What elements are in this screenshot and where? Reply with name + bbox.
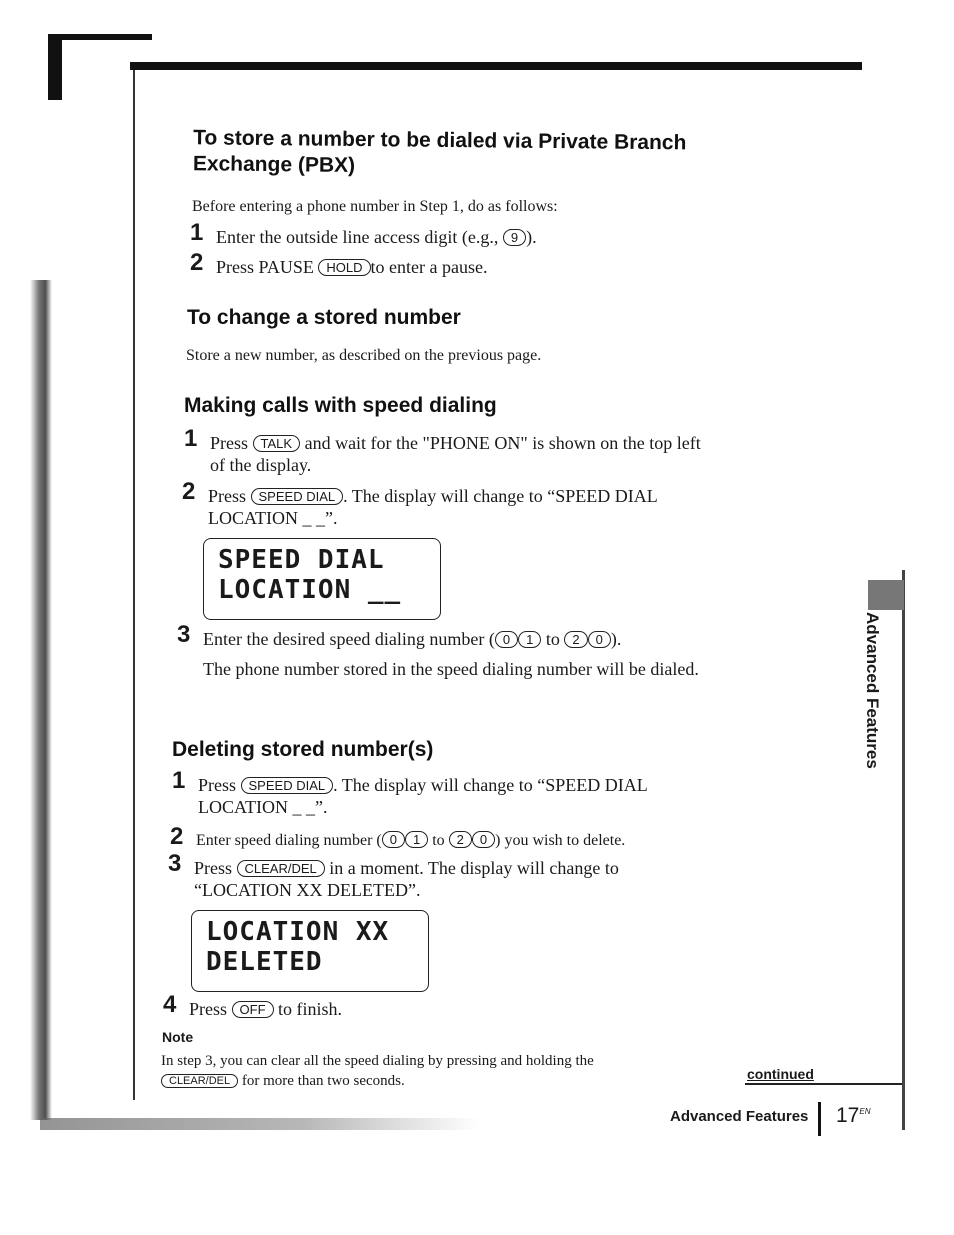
key-9: 9 — [502, 229, 527, 246]
key-clear-del: CLEAR/DEL — [236, 860, 325, 877]
step-text: Enter speed dialing number ( — [196, 832, 382, 849]
step-text: Press PAUSE — [216, 257, 314, 277]
step-text: The phone number stored in the speed dia… — [203, 659, 699, 679]
lcd-location-deleted: LOCATION XX DELETED — [191, 910, 429, 992]
key-0: 0 — [471, 831, 496, 848]
side-tab-label: Advanced Features — [863, 612, 882, 769]
lcd-speed-dial-location: SPEED DIAL LOCATION __ — [203, 538, 441, 620]
lcd-line-2: DELETED — [206, 947, 323, 977]
key-0: 0 — [494, 631, 519, 648]
delete-step-3: 3 Press CLEAR/DEL in a moment. The displ… — [168, 852, 704, 901]
speed-step-1: 1 Press TALK and wait for the "PHONE ON"… — [184, 427, 710, 476]
continued-label: continued — [747, 1066, 814, 1082]
page-suffix: EN — [859, 1107, 871, 1116]
note-text-part: for more than two seconds. — [241, 1073, 405, 1089]
speed-heading: Making calls with speed dialing — [184, 394, 497, 417]
key-0: 0 — [587, 631, 611, 648]
key-0: 0 — [381, 831, 405, 848]
continued-rule — [745, 1083, 905, 1085]
step-text: Press — [189, 999, 228, 1019]
change-heading: To change a stored number — [187, 306, 461, 329]
step-text: ). — [526, 227, 537, 247]
lcd-line-2: LOCATION __ — [218, 575, 402, 605]
step-text: ). — [610, 629, 622, 649]
note-text-part: In step 3, you can clear all the speed d… — [161, 1053, 594, 1069]
step-text: Press — [194, 858, 233, 878]
step-text: Enter the outside line access digit (e.g… — [216, 227, 499, 247]
delete-step-1: 1 Press SPEED DIAL. The display will cha… — [172, 769, 693, 818]
right-edge-rule — [902, 570, 905, 1130]
step-text: to — [545, 629, 560, 649]
step-text: ) you wish to delete. — [495, 832, 626, 849]
pbx-heading: To store a number to be dialed via Priva… — [192, 126, 687, 177]
step-number: 3 — [168, 850, 182, 877]
lcd-line-1: LOCATION XX — [206, 917, 390, 947]
step-text: Press — [208, 486, 247, 506]
delete-step-4: 4 Press OFF to finish. — [163, 993, 343, 1020]
step-number: 2 — [182, 478, 196, 505]
pbx-step-2: 2 Press PAUSE HOLD to enter a pause. — [190, 251, 488, 278]
step-number: 1 — [184, 425, 198, 452]
note-label: Note — [162, 1029, 194, 1045]
step-text: to enter a pause. — [370, 257, 488, 277]
margin-rule — [133, 70, 135, 1100]
scan-binding-shadow — [30, 280, 52, 1120]
footer-section: Advanced Features — [670, 1108, 809, 1125]
key-2: 2 — [448, 831, 472, 848]
side-tab-marker — [868, 580, 904, 610]
key-2: 2 — [564, 631, 588, 648]
pbx-intro: Before entering a phone number in Step 1… — [192, 198, 558, 215]
key-1: 1 — [518, 631, 542, 648]
key-speed-dial: SPEED DIAL — [240, 777, 334, 794]
delete-step-2: 2 Enter speed dialing number (0 1 to 2 0) … — [170, 825, 756, 852]
change-text: Store a new number, as described on the … — [186, 347, 542, 364]
footer-divider — [818, 1102, 821, 1136]
page-number: 17EN — [836, 1104, 870, 1128]
speed-step-3: 3 Enter the desired speed dialing number… — [177, 623, 723, 680]
step-text: Press — [198, 775, 237, 795]
lcd-line-1: SPEED DIAL — [218, 545, 385, 575]
step-number: 2 — [170, 823, 184, 850]
speed-step-2: 2 Press SPEED DIAL. The display will cha… — [182, 480, 708, 529]
key-talk: TALK — [252, 435, 301, 452]
step-text: Enter the desired speed dialing number ( — [203, 629, 495, 649]
pbx-step-1: 1 Enter the outside line access digit (e… — [190, 221, 537, 248]
scan-bottom-shadow — [40, 1118, 480, 1130]
step-text: Press — [210, 433, 249, 453]
delete-heading: Deleting stored number(s) — [172, 738, 434, 761]
key-hold: HOLD — [318, 259, 371, 276]
key-1: 1 — [404, 831, 429, 848]
step-number: 1 — [190, 219, 204, 246]
step-number: 4 — [163, 991, 177, 1018]
key-speed-dial: SPEED DIAL — [250, 488, 344, 505]
key-clear-del: CLEAR/DEL — [161, 1074, 239, 1088]
top-rule — [130, 62, 862, 70]
step-text: to finish. — [278, 999, 343, 1019]
page-number-value: 17 — [836, 1104, 860, 1127]
key-off: OFF — [231, 1001, 274, 1018]
step-number: 2 — [190, 249, 204, 276]
step-text: to — [432, 832, 445, 849]
step-number: 3 — [177, 621, 191, 648]
step-number: 1 — [172, 767, 186, 794]
note-text: In step 3, you can clear all the speed d… — [161, 1051, 661, 1091]
